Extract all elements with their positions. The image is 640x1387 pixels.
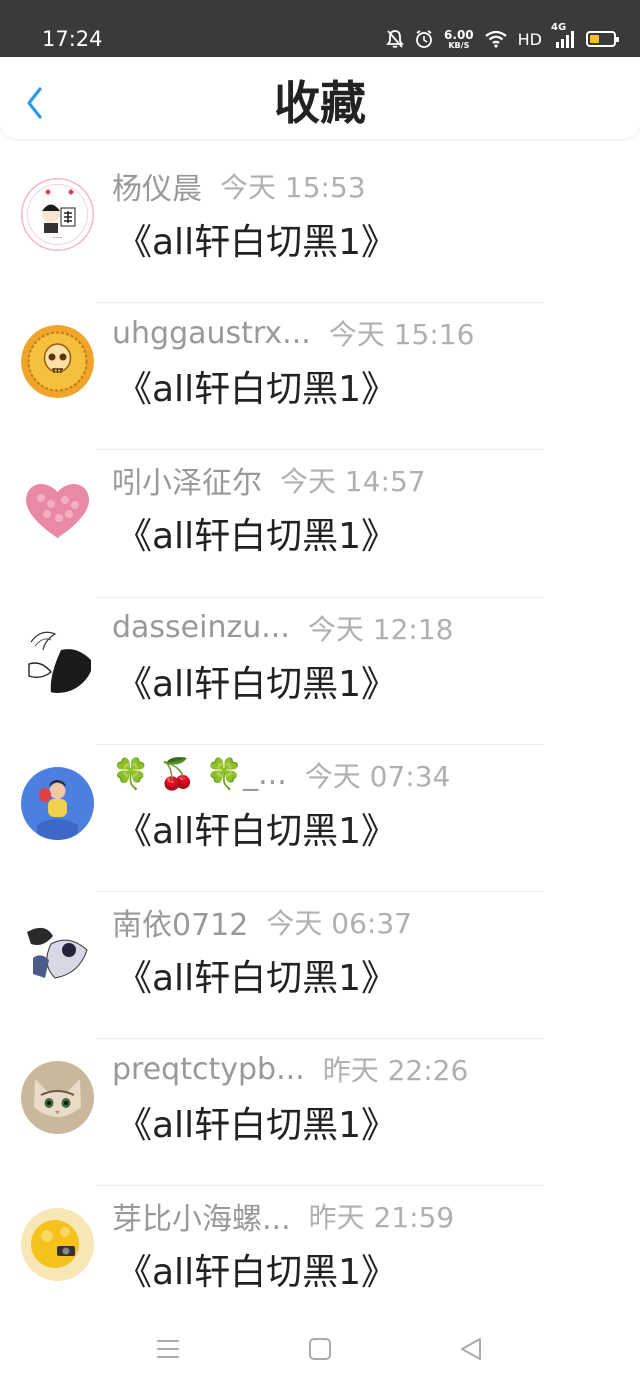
work-title[interactable]: 《all轩白切黑1》 (116, 1250, 397, 1296)
avatar-ink-sketch-image (21, 619, 94, 693)
work-title[interactable]: 《all轩白切黑1》 (116, 1103, 397, 1149)
item-meta: 杨仪晨 今天 15:53 (112, 166, 532, 207)
favorite-list-item[interactable]: ~~~ 杨仪晨 今天 15:53 《all轩白切黑1》 (0, 156, 640, 304)
network-label: 4G (551, 22, 567, 33)
system-back-button[interactable] (458, 1336, 486, 1362)
work-title[interactable]: 《all轩白切黑1》 (116, 514, 397, 560)
avatar[interactable] (21, 766, 94, 840)
avatar-person-blue-image (21, 766, 94, 840)
status-time: 17:24 (42, 27, 103, 51)
menu-icon (157, 1340, 179, 1358)
avatar[interactable] (21, 913, 94, 987)
avatar-yellow-plush-image (21, 1208, 94, 1282)
alarm-icon (414, 29, 434, 49)
favorites-list: ~~~ 杨仪晨 今天 15:53 《all轩白切黑1》 uhggaustrx..… (0, 156, 640, 1334)
user-name: 🍀 🍒 🍀_... (112, 757, 287, 793)
item-meta: 吲小泽征尔 今天 14:57 (112, 460, 532, 502)
item-meta: uhggaustrx... 今天 15:16 (112, 313, 532, 353)
avatar-cat-image (21, 1061, 94, 1135)
avatar[interactable]: ~~~ (21, 178, 94, 251)
avatar[interactable] (21, 325, 94, 399)
signal-icon: 4G (551, 22, 576, 48)
timestamp: 今天 06:37 (266, 906, 412, 940)
mute-bell-icon (386, 29, 404, 49)
item-meta: 芽比小海螺... 昨天 21:59 (112, 1196, 532, 1238)
avatar-golden-skull-image (21, 325, 94, 399)
page-title: 收藏 (274, 76, 366, 130)
avatar[interactable] (21, 1061, 94, 1135)
item-meta: 南依0712 今天 06:37 (112, 902, 532, 943)
user-name: 吲小泽征尔 (112, 466, 262, 502)
timestamp: 昨天 21:59 (308, 1201, 455, 1235)
user-name: 杨仪晨 (112, 172, 202, 207)
home-button[interactable] (306, 1336, 334, 1362)
status-bar: 17:24 6.00 KB/S HD 4G (0, 0, 640, 57)
speed-value: 6.00 (444, 27, 474, 42)
avatar-anime-pair-image (21, 913, 94, 987)
battery-level (590, 35, 599, 43)
work-title[interactable]: 《all轩白切黑1》 (116, 220, 397, 266)
favorite-list-item[interactable]: preqtctypb... 昨天 22:26 《all轩白切黑1》 (0, 1039, 640, 1187)
favorite-list-item[interactable]: uhggaustrx... 今天 15:16 《all轩白切黑1》 (0, 303, 640, 451)
favorite-list-item[interactable]: 🍀 🍒 🍀_... 今天 07:34 《all轩白切黑1》 (0, 745, 640, 892)
avatar[interactable] (21, 472, 94, 546)
status-icons: 6.00 KB/S HD 4G (386, 22, 619, 54)
timestamp: 今天 14:57 (280, 465, 426, 499)
item-meta: 🍀 🍒 🍀_... 今天 07:34 (112, 755, 532, 795)
user-name: 南依0712 (112, 907, 249, 943)
timestamp: 今天 15:53 (220, 171, 366, 204)
back-triangle-icon (461, 1338, 481, 1360)
favorite-list-item[interactable]: 吲小泽征尔 今天 14:57 《all轩白切黑1》 (0, 450, 640, 598)
user-name: preqtctypb... (112, 1051, 305, 1087)
avatar-pink-heart-image (21, 472, 94, 546)
speed-unit: KB/S (448, 40, 470, 50)
hd-label: HD (517, 29, 542, 49)
work-title[interactable]: 《all轩白切黑1》 (116, 662, 397, 708)
work-title[interactable]: 《all轩白切黑1》 (116, 809, 397, 855)
user-name: dasseinzu... (112, 610, 290, 646)
timestamp: 今天 07:34 (304, 759, 451, 793)
svg-text:~~~: ~~~ (52, 235, 62, 240)
user-name: 芽比小海螺... (112, 1202, 291, 1238)
menu-button[interactable] (154, 1336, 182, 1362)
avatar[interactable] (21, 619, 94, 693)
work-title[interactable]: 《all轩白切黑1》 (116, 956, 397, 1002)
item-meta: dasseinzu... 今天 12:18 (112, 608, 532, 648)
item-meta: preqtctypb... 昨天 22:26 (112, 1049, 532, 1089)
avatar[interactable] (21, 1208, 94, 1282)
timestamp: 今天 12:18 (307, 612, 454, 646)
home-square-icon (309, 1338, 331, 1360)
wifi-icon (484, 30, 508, 48)
timestamp: 昨天 22:26 (322, 1054, 469, 1088)
network-speed: 6.00 KB/S (444, 29, 474, 50)
user-name: uhggaustrx... (112, 315, 311, 351)
system-nav-bar (0, 1310, 640, 1387)
avatar-chibi-frame-image: ~~~ (21, 178, 94, 251)
work-title[interactable]: 《all轩白切黑1》 (116, 367, 397, 413)
favorite-list-item[interactable]: dasseinzu... 今天 12:18 《all轩白切黑1》 (0, 598, 640, 745)
favorite-list-item[interactable]: 南依0712 今天 06:37 《all轩白切黑1》 (0, 892, 640, 1040)
timestamp: 今天 15:16 (328, 318, 475, 352)
battery-icon (586, 31, 619, 47)
header-bar: 收藏 (0, 57, 640, 139)
